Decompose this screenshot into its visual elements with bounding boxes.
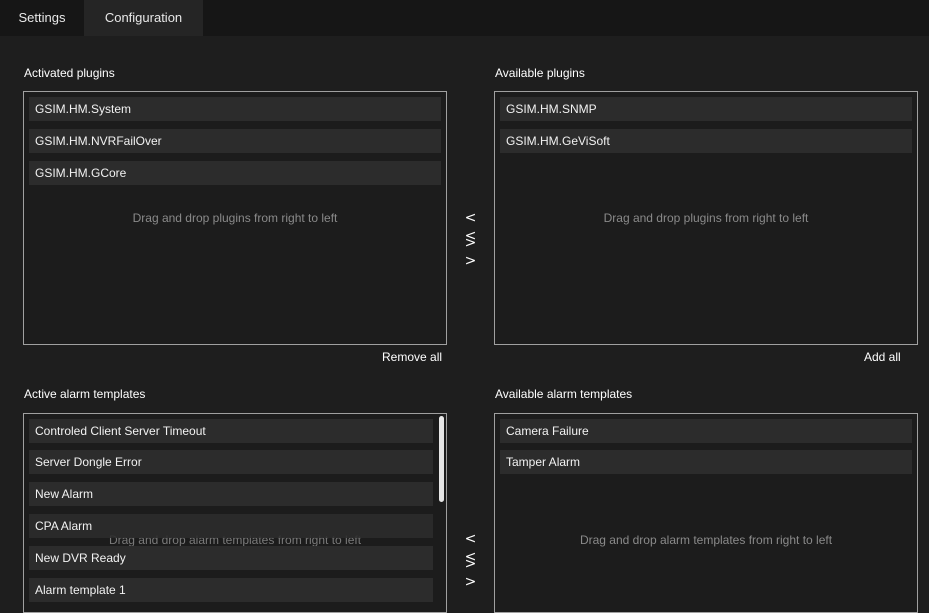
- list-item[interactable]: Camera Failure: [500, 419, 912, 443]
- scrollbar[interactable]: [439, 416, 444, 606]
- tab-settings[interactable]: Settings: [0, 0, 84, 36]
- available-plugins-list[interactable]: GSIM.HM.SNMP GSIM.HM.GeViSoft Drag and d…: [494, 91, 918, 345]
- move-templates-left-button[interactable]: < <: [456, 530, 486, 565]
- available-alarm-templates-hint: Drag and drop alarm templates from right…: [579, 533, 833, 547]
- list-item[interactable]: GSIM.HM.GeViSoft: [500, 129, 912, 153]
- list-item[interactable]: New Alarm: [29, 482, 433, 506]
- move-plugins-right-button[interactable]: > >: [456, 234, 486, 269]
- list-item[interactable]: GSIM.HM.GCore: [29, 161, 441, 185]
- activated-plugins-label: Activated plugins: [24, 66, 115, 80]
- available-plugins-label: Available plugins: [495, 66, 585, 80]
- list-item[interactable]: New DVR Ready: [29, 546, 433, 570]
- activated-plugins-hint: Drag and drop plugins from right to left: [132, 211, 338, 225]
- active-alarm-templates-label: Active alarm templates: [24, 387, 146, 401]
- list-item[interactable]: CPA Alarm: [29, 514, 433, 538]
- list-item[interactable]: GSIM.HM.System: [29, 97, 441, 121]
- scroll-thumb[interactable]: [439, 416, 444, 502]
- list-item[interactable]: Server Dongle Error: [29, 450, 433, 474]
- move-plugins-left-button[interactable]: < <: [456, 209, 486, 244]
- available-alarm-templates-list[interactable]: Camera Failure Tamper Alarm Drag and dro…: [494, 413, 918, 613]
- available-plugins-hint: Drag and drop plugins from right to left: [603, 211, 809, 225]
- list-item[interactable]: Alarm template 1: [29, 578, 433, 602]
- remove-all-button[interactable]: Remove all: [382, 350, 442, 364]
- list-item[interactable]: Tamper Alarm: [500, 450, 912, 474]
- list-item[interactable]: GSIM.HM.NVRFailOver: [29, 129, 441, 153]
- available-alarm-templates-label: Available alarm templates: [495, 387, 633, 401]
- add-all-button[interactable]: Add all: [864, 350, 901, 364]
- move-templates-right-button[interactable]: > >: [456, 555, 486, 590]
- list-item[interactable]: Controled Client Server Timeout: [29, 419, 433, 443]
- activated-plugins-list[interactable]: GSIM.HM.System GSIM.HM.NVRFailOver GSIM.…: [23, 91, 447, 345]
- tab-bar: Settings Configuration: [0, 0, 929, 36]
- active-alarm-templates-list[interactable]: Controled Client Server Timeout Server D…: [23, 413, 447, 613]
- tab-configuration[interactable]: Configuration: [84, 0, 203, 36]
- list-item[interactable]: GSIM.HM.SNMP: [500, 97, 912, 121]
